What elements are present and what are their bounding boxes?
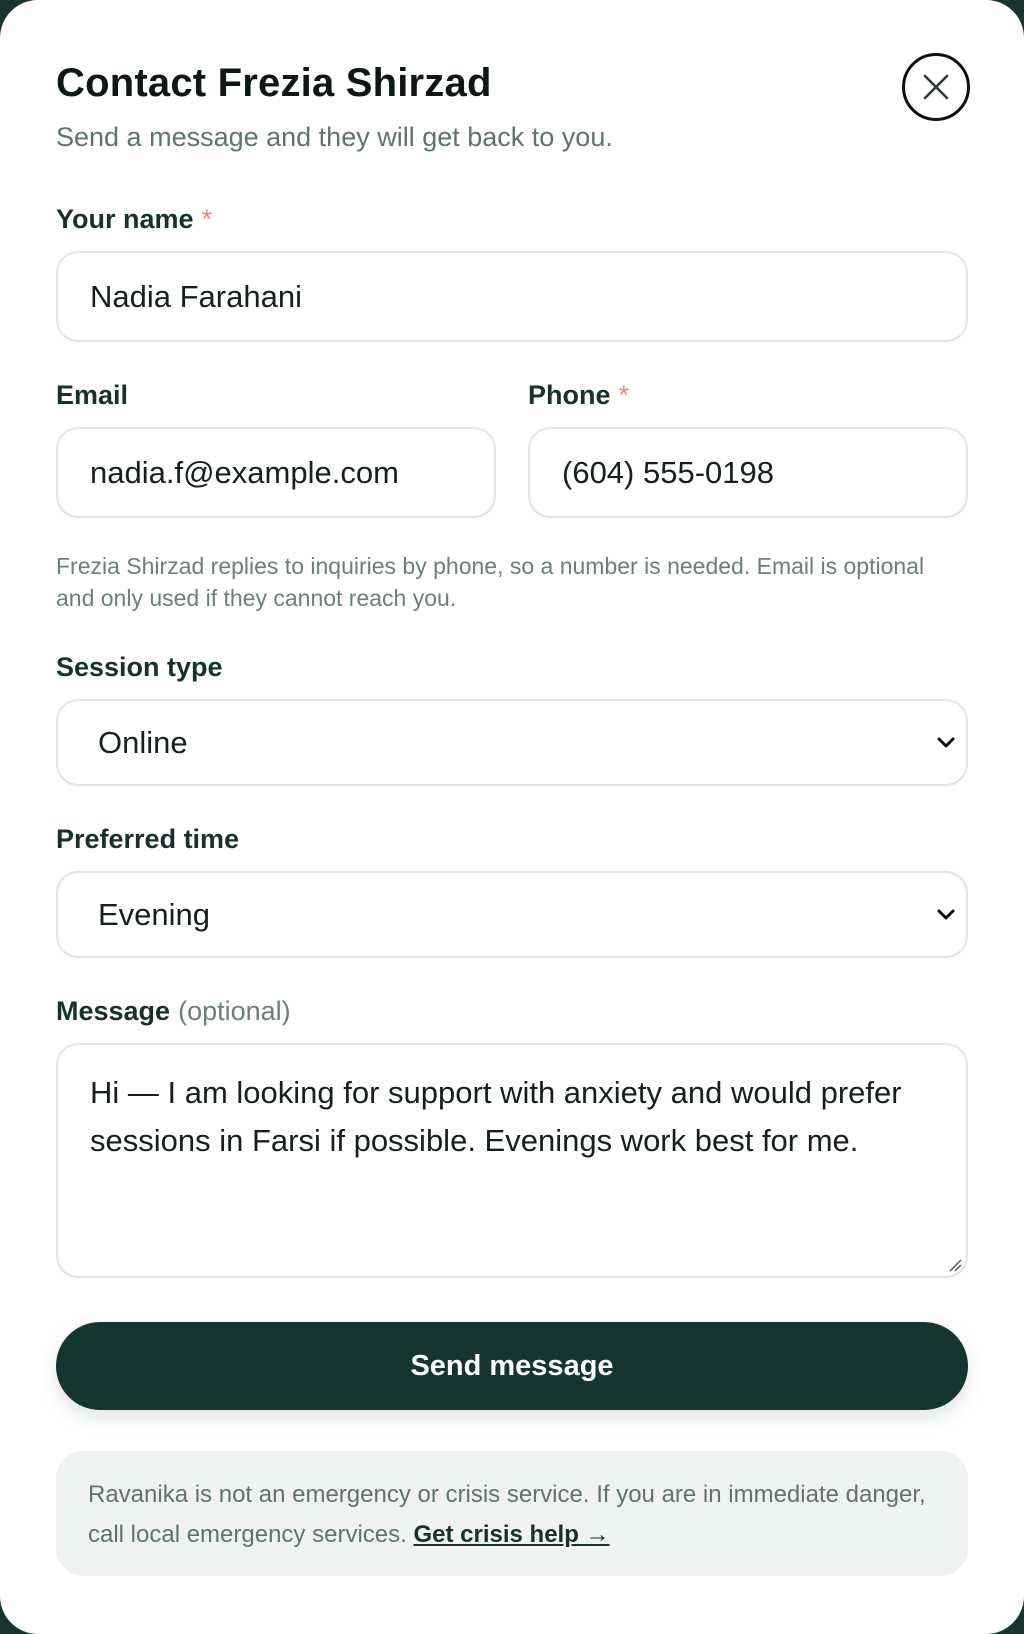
chevron-down-icon: [937, 909, 955, 919]
required-marker: *: [201, 204, 213, 234]
session-type-label: Session type: [56, 652, 223, 682]
email-label: Email: [56, 380, 129, 410]
phone-helper-text: Frezia Shirzad replies to inquiries by p…: [56, 553, 925, 611]
required-marker: *: [618, 380, 630, 410]
send-message-button[interactable]: Send message: [56, 1322, 968, 1410]
preferred-time-value: Evening: [98, 896, 211, 932]
preferred-time-select[interactable]: Evening: [56, 871, 968, 958]
email-input[interactable]: [56, 427, 496, 518]
crisis-help-link[interactable]: Get crisis help →: [413, 1521, 609, 1548]
name-label: Your name *: [56, 204, 213, 234]
dialog-header: Contact Frezia Shirzad Send a message an…: [56, 58, 924, 154]
message-textarea[interactable]: Hi — I am looking for support with anxie…: [56, 1043, 968, 1278]
name-input[interactable]: [56, 251, 968, 342]
phone-input[interactable]: [528, 427, 968, 518]
session-type-value: Online: [98, 724, 188, 760]
dialog-subtitle: Send a message and they will get back to…: [56, 122, 613, 152]
close-icon: [923, 74, 949, 100]
chevron-down-icon: [937, 737, 955, 747]
crisis-notice: Ravanika is not an emergency or crisis s…: [56, 1451, 968, 1576]
contact-dialog: Contact Frezia Shirzad Send a message an…: [0, 0, 1024, 1634]
optional-note: (optional): [178, 996, 291, 1026]
message-label: Message (optional): [56, 996, 291, 1026]
close-button[interactable]: [902, 53, 970, 121]
preferred-time-label: Preferred time: [56, 824, 240, 854]
session-type-select[interactable]: Online: [56, 699, 968, 786]
message-text: Hi — I am looking for support with anxie…: [90, 1075, 902, 1158]
dialog-title: Contact Frezia Shirzad: [56, 61, 492, 105]
phone-label: Phone *: [528, 380, 630, 410]
resize-handle-icon[interactable]: [946, 1256, 962, 1272]
